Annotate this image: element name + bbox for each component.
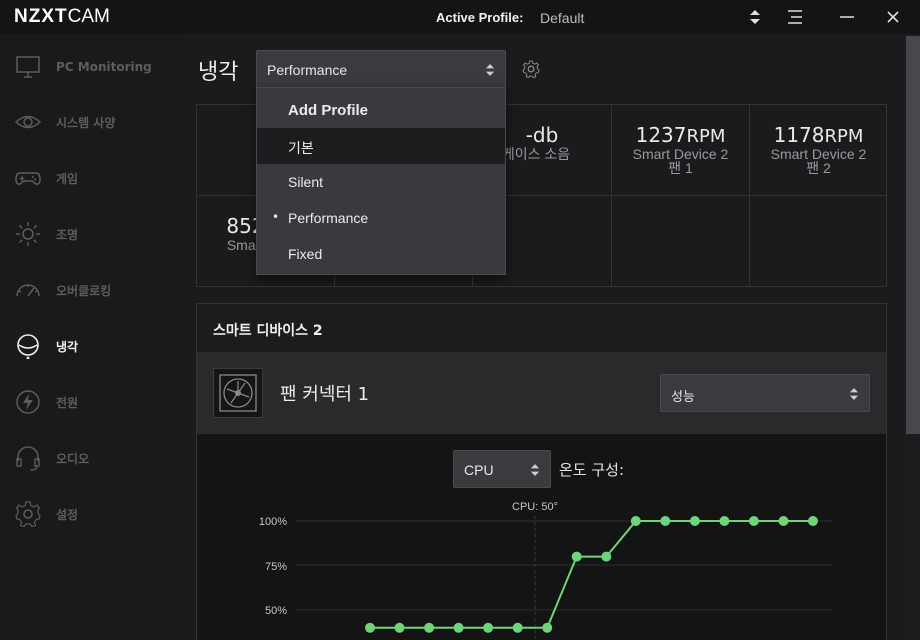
- scrollbar[interactable]: [904, 34, 920, 640]
- active-profile-label: Active Profile:: [436, 10, 524, 25]
- curve-point[interactable]: [453, 622, 464, 633]
- sidebar-item-power[interactable]: 전원: [0, 384, 180, 420]
- sidebar-item-label: 냉각: [56, 339, 79, 354]
- curve-point[interactable]: [512, 622, 523, 633]
- fan1-rpm-value: 1237: [635, 123, 687, 147]
- y-tick-100: 100%: [259, 516, 287, 528]
- fan-connector-label: 팬 커넥터 1: [280, 384, 370, 405]
- sidebar-item-label: 조명: [56, 227, 79, 242]
- y-tick-50: 50%: [265, 605, 287, 617]
- bolt-icon: [16, 390, 40, 414]
- profile-dropdown-menu: Add Profile 기본 Silent • Performance Fixe…: [256, 87, 506, 275]
- profile-select[interactable]: Performance: [256, 50, 506, 88]
- dropdown-item-performance[interactable]: • Performance: [257, 200, 505, 236]
- sidebar-item-cooling[interactable]: 냉각: [0, 328, 180, 364]
- curve-point[interactable]: [365, 622, 375, 633]
- fan-icon: [213, 368, 263, 418]
- fan2-rpm-unit: RPM: [824, 126, 864, 147]
- curve-point[interactable]: [660, 516, 671, 526]
- fan-curve-line: [370, 520, 813, 629]
- dropdown-item-default[interactable]: 기본: [257, 128, 505, 164]
- curve-point[interactable]: [778, 516, 789, 526]
- close-icon[interactable]: [880, 4, 906, 30]
- sidebar-item-label: 설정: [56, 507, 79, 522]
- sidebar-item-games[interactable]: 게임: [0, 160, 180, 196]
- curve-point[interactable]: [394, 622, 405, 633]
- y-tick-75: 75%: [265, 561, 287, 573]
- curve-point[interactable]: [630, 516, 641, 526]
- gear-icon: [15, 501, 41, 527]
- stat-cell-fan2: 1178RPM Smart Device 2 팬 2: [750, 105, 887, 196]
- monitor-icon: [16, 56, 40, 78]
- app-logo: NZXTCAM: [14, 6, 110, 27]
- curve-point[interactable]: [424, 622, 435, 633]
- active-profile-value[interactable]: Default: [540, 10, 584, 26]
- sidebar-item-lighting[interactable]: 조명: [0, 216, 180, 252]
- headset-icon: [16, 446, 40, 471]
- cooling-icon: [17, 334, 39, 359]
- minimize-to-tray-icon[interactable]: [782, 4, 808, 30]
- scrollbar-thumb[interactable]: [906, 36, 920, 434]
- profile-settings-gear-icon[interactable]: [522, 60, 540, 78]
- gamepad-icon: [15, 172, 41, 185]
- sidebar-item-settings[interactable]: 설정: [0, 496, 180, 532]
- sidebar-item-label: 전원: [56, 395, 79, 410]
- sidebar-item-label: PC Monitoring: [56, 60, 152, 74]
- sidebar: PC Monitoring 시스템 사양 게임 조명 오버클로킹 냉각 전원 오…: [0, 34, 180, 640]
- curve-point[interactable]: [601, 551, 612, 562]
- sidebar-item-overclocking[interactable]: 오버클로킹: [0, 272, 180, 308]
- minimize-icon[interactable]: [834, 4, 860, 30]
- dropdown-item-add-profile[interactable]: Add Profile: [257, 92, 505, 128]
- current-temp-marker-label: CPU: 50°: [512, 501, 558, 513]
- title-bar: NZXTCAM Active Profile: Default: [0, 0, 920, 34]
- dropdown-item-silent[interactable]: Silent: [257, 164, 505, 200]
- fan-mode-select[interactable]: 성능: [660, 374, 870, 412]
- dropdown-item-fixed[interactable]: Fixed: [257, 236, 505, 272]
- sun-icon: [16, 222, 40, 246]
- fan-curve-chart: CPU 온도 구성: 100% 75% 50% CPU: 50°: [197, 434, 886, 640]
- profile-select-value: Performance: [267, 62, 348, 78]
- select-arrows-icon: [485, 64, 495, 76]
- curve-point[interactable]: [808, 516, 818, 526]
- stat-cell-fan1: 1237RPM Smart Device 2 팬 1: [612, 105, 750, 196]
- fan1-device-label: Smart Device 2: [632, 146, 729, 162]
- fan2-label: 팬 2: [806, 160, 831, 176]
- fan1-rpm-unit: RPM: [686, 126, 726, 147]
- curve-point[interactable]: [483, 622, 494, 633]
- fan-curve-svg[interactable]: 100% 75% 50% CPU: 50°: [197, 434, 886, 640]
- sidebar-item-pc-monitoring[interactable]: PC Monitoring: [0, 49, 180, 85]
- fan-connector-row: 팬 커넥터 1 성능: [197, 352, 886, 434]
- curve-point[interactable]: [689, 516, 700, 526]
- fan2-device-label: Smart Device 2: [770, 146, 867, 162]
- fan2-rpm-value: 1178: [773, 123, 825, 147]
- gauge-icon: [16, 284, 40, 297]
- curve-point[interactable]: [542, 622, 553, 633]
- fan1-label: 팬 1: [668, 160, 693, 176]
- sidebar-item-label: 오디오: [56, 451, 90, 466]
- device-panel: 스마트 디바이스 2 팬 커넥터 1 성능 CPU 온도 구성: 100% 75…: [196, 303, 887, 640]
- page-title: 냉각: [198, 60, 239, 85]
- curve-point[interactable]: [748, 516, 759, 526]
- selected-bullet-icon: •: [272, 210, 280, 224]
- profile-switch-icon[interactable]: [742, 4, 768, 30]
- select-arrows-icon: [849, 388, 859, 400]
- curve-group[interactable]: [365, 516, 818, 633]
- fan-mode-value: 성능: [671, 390, 695, 405]
- eye-icon: [15, 115, 41, 129]
- sidebar-item-audio[interactable]: 오디오: [0, 440, 180, 476]
- curve-point[interactable]: [719, 516, 730, 526]
- stat-cell-empty-3: [612, 196, 750, 286]
- sidebar-item-label: 시스템 사양: [56, 115, 116, 130]
- sidebar-item-label: 오버클로킹: [56, 283, 112, 298]
- device-panel-title: 스마트 디바이스 2: [213, 323, 323, 339]
- curve-point[interactable]: [571, 551, 582, 562]
- sidebar-item-system-specs[interactable]: 시스템 사양: [0, 104, 180, 140]
- sidebar-item-label: 게임: [56, 171, 79, 186]
- stat-cell-empty-4: [750, 196, 887, 286]
